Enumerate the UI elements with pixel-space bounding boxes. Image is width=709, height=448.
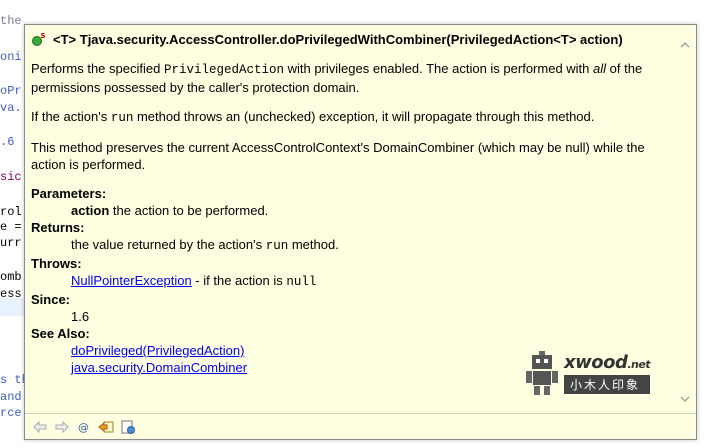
- text: If the action's: [31, 109, 111, 124]
- description-paragraph: If the action's run method throws an (un…: [31, 108, 671, 127]
- domaincombiner-link[interactable]: java.security.DomainCombiner: [71, 360, 247, 375]
- doprivileged-link[interactable]: doPrivileged(PrivilegedAction): [71, 343, 244, 358]
- signature-prefix: <T> T: [53, 32, 88, 47]
- code-line: omb: [0, 270, 22, 284]
- code-line: va.: [0, 101, 22, 115]
- parameter-description: the action to be performed.: [109, 203, 269, 218]
- forward-icon[interactable]: [53, 418, 71, 436]
- text: method throws an (unchecked) exception, …: [133, 109, 595, 124]
- code-line: and: [0, 390, 22, 404]
- static-method-icon: S: [31, 32, 46, 47]
- code-line: .6: [0, 135, 15, 149]
- inline-code: run: [265, 239, 289, 253]
- text: with privileges enabled. The action is p…: [283, 61, 594, 76]
- returns-entry: the value returned by the action's run m…: [31, 236, 671, 255]
- code-line: oni: [0, 50, 22, 64]
- at-icon[interactable]: @: [75, 418, 93, 436]
- text: Performs the specified: [31, 61, 164, 76]
- description-paragraph: This method preserves the current Access…: [31, 140, 645, 172]
- scroll-up-arrow-icon[interactable]: [680, 37, 690, 48]
- signature-method: java.security.AccessController.doPrivile…: [87, 32, 447, 47]
- code-line: rce: [0, 406, 22, 420]
- code-line: rol: [0, 205, 22, 219]
- xwood-watermark-logo: xwood.net 小木人印象: [524, 349, 660, 397]
- watermark-chinese: 小木人印象: [564, 375, 651, 394]
- editor-right-edge: [695, 0, 709, 448]
- parameters-label: Parameters:: [31, 186, 107, 201]
- see-also-label: See Also:: [31, 326, 90, 341]
- emphasis: all: [593, 61, 607, 76]
- svg-text:S: S: [41, 33, 46, 40]
- svg-text:@: @: [78, 421, 89, 434]
- since-label: Since:: [31, 292, 71, 307]
- description-paragraph: Performs the specified PrivilegedAction …: [31, 60, 671, 96]
- code-line: oPr: [0, 84, 22, 98]
- open-declaration-icon[interactable]: [97, 418, 115, 436]
- open-attached-javadoc-icon[interactable]: [119, 418, 137, 436]
- text: method.: [288, 237, 339, 252]
- scroll-down-arrow-icon[interactable]: [680, 391, 690, 402]
- method-signature: S <T> T java.security.AccessController.d…: [31, 31, 671, 48]
- back-icon[interactable]: [31, 418, 49, 436]
- vertical-scrollbar[interactable]: [678, 31, 692, 403]
- parameter-name: action: [71, 203, 110, 218]
- inline-code: PrivilegedAction: [163, 63, 284, 77]
- javadoc-toolbar: @: [25, 413, 696, 439]
- text: - if the action is: [191, 273, 287, 288]
- code-line: e =: [0, 220, 22, 234]
- throws-entry: NullPointerException - if the action is …: [31, 272, 671, 291]
- code-line: sic: [0, 170, 22, 184]
- throws-label: Throws:: [31, 256, 82, 271]
- code-line: ess: [0, 287, 22, 301]
- watermark-brand: xwood.net: [564, 352, 651, 373]
- parameter-entry: action the action to be performed.: [31, 202, 671, 219]
- inline-code: null: [286, 275, 317, 289]
- text: the value returned by the action's: [71, 237, 266, 252]
- code-line: urr: [0, 236, 22, 250]
- nullpointerexception-link[interactable]: NullPointerException: [71, 273, 192, 288]
- robot-logo-icon: [524, 351, 560, 395]
- returns-label: Returns:: [31, 220, 85, 235]
- code-line: the: [0, 14, 22, 28]
- javadoc-hover-popup: S <T> T java.security.AccessController.d…: [24, 24, 697, 440]
- since-value: 1.6: [71, 309, 90, 324]
- inline-code: run: [110, 111, 134, 125]
- signature-params: (PrivilegedAction<T> action): [446, 32, 623, 47]
